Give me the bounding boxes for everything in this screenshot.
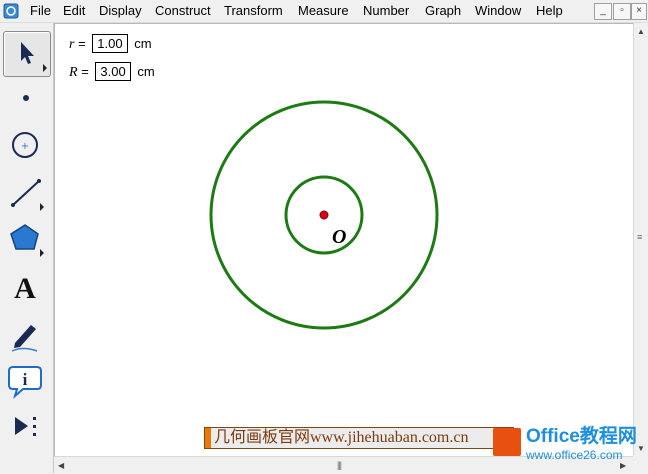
menu-bar: File Edit Display Construct Transform Me… xyxy=(0,0,648,23)
toolbox: + A i xyxy=(0,23,54,473)
marker-tool[interactable] xyxy=(3,313,49,357)
pentagon-icon xyxy=(10,224,44,257)
center-point-o[interactable] xyxy=(319,210,329,220)
watermark-stripe xyxy=(205,428,211,448)
svg-text:A: A xyxy=(14,272,36,305)
line-segment-icon xyxy=(11,179,44,211)
restore-button[interactable]: ▫ xyxy=(613,3,631,20)
point-tool[interactable] xyxy=(3,77,49,121)
office-logo-title: Office教程网 xyxy=(526,426,637,447)
pen-marker-icon xyxy=(11,325,38,352)
sketchpad-app-icon[interactable] xyxy=(3,3,19,19)
scroll-up-icon[interactable]: ▲ xyxy=(637,27,645,36)
sketch-drawing: O xyxy=(209,100,439,330)
menu-file[interactable]: File xyxy=(30,3,51,19)
scroll-grip-icon[interactable]: ≡ xyxy=(637,233,642,242)
info-bubble-icon: i xyxy=(8,366,42,399)
straightedge-tool[interactable] xyxy=(3,171,49,215)
sketch-canvas[interactable]: r = 1.00 cm R = 3.00 cm O 几何画板官网www.jihe… xyxy=(54,23,633,457)
office-logo-icon xyxy=(493,428,521,456)
office-logo-url: www.office26.com xyxy=(526,448,623,462)
menu-transform[interactable]: Transform xyxy=(224,3,283,19)
menu-display[interactable]: Display xyxy=(99,3,142,19)
menu-number[interactable]: Number xyxy=(363,3,409,19)
menu-graph[interactable]: Graph xyxy=(425,3,461,19)
text-a-icon: A xyxy=(14,272,36,305)
text-tool[interactable]: A xyxy=(3,265,49,309)
menu-edit[interactable]: Edit xyxy=(63,3,85,19)
vertical-scrollbar[interactable]: ▲ ≡ ▼ xyxy=(633,23,648,456)
compass-circle-icon: + xyxy=(12,132,38,158)
play-more-icon xyxy=(15,417,36,436)
close-button[interactable]: × xyxy=(631,3,647,20)
menu-construct[interactable]: Construct xyxy=(155,3,211,19)
custom-tools[interactable] xyxy=(3,405,49,449)
information-tool[interactable]: i xyxy=(3,359,49,403)
menu-window[interactable]: Window xyxy=(475,3,521,19)
point-icon xyxy=(23,95,29,101)
office-logo-watermark: Office教程网 www.office26.com xyxy=(493,424,645,468)
watermark-bar: 几何画板官网www.jihehuaban.com.cn xyxy=(204,427,514,449)
center-label[interactable]: O xyxy=(332,226,346,248)
minimize-button[interactable]: _ xyxy=(594,3,612,20)
scroll-left-icon[interactable]: ◀ xyxy=(58,461,64,470)
svg-text:i: i xyxy=(23,370,28,389)
menu-help[interactable]: Help xyxy=(536,3,563,19)
compass-tool[interactable]: + xyxy=(3,123,49,167)
polygon-tool[interactable] xyxy=(3,217,49,261)
arrow-icon xyxy=(21,42,47,72)
svg-text:+: + xyxy=(21,141,29,152)
watermark-text: 几何画板官网www.jihehuaban.com.cn xyxy=(214,429,469,446)
hscroll-grip-icon[interactable]: ||| xyxy=(337,461,342,470)
arrow-select-tool[interactable] xyxy=(3,31,51,77)
menu-measure[interactable]: Measure xyxy=(298,3,349,19)
